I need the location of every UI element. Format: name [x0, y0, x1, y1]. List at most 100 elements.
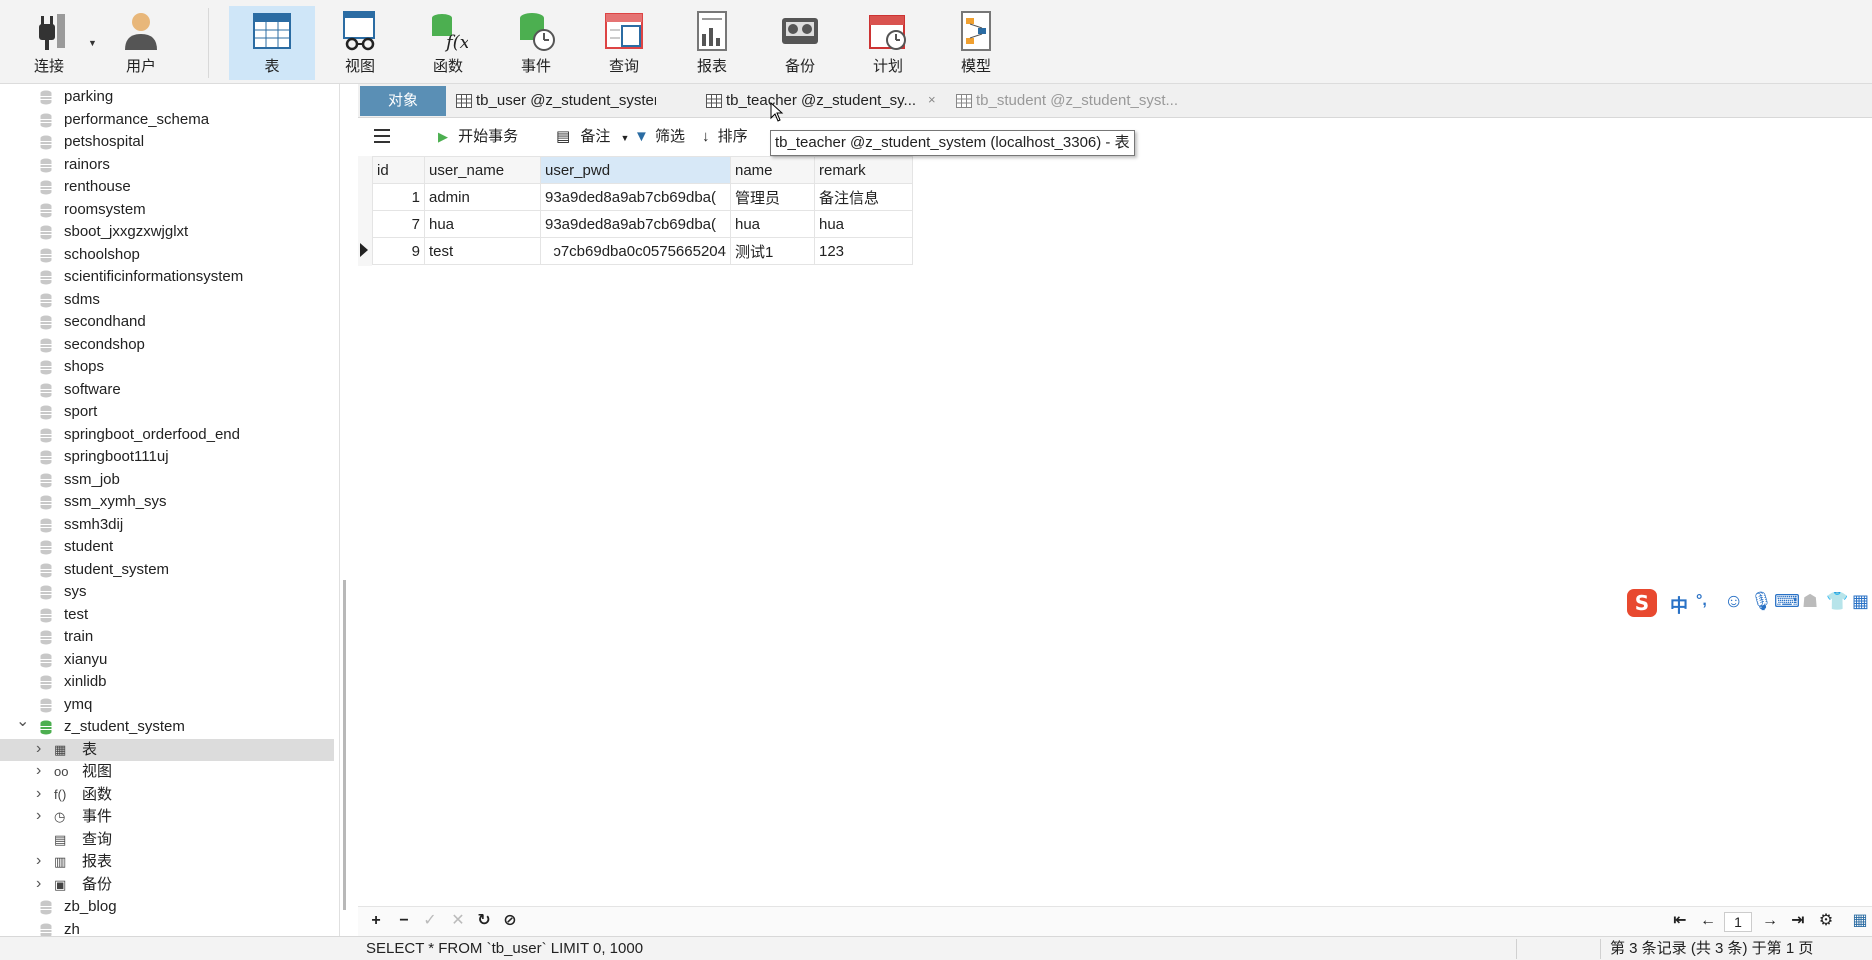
settings-gear-icon[interactable]: ⚙: [1816, 911, 1836, 931]
backup-button[interactable]: 备份: [757, 6, 843, 80]
cell-id[interactable]: 1: [372, 183, 425, 211]
cell-remark[interactable]: 123: [814, 237, 913, 265]
column-header-remark[interactable]: remark: [814, 156, 913, 184]
sort-button[interactable]: ↓ 排序: [702, 126, 748, 148]
tree-database-item[interactable]: sdms: [0, 289, 334, 311]
ime-mode-label[interactable]: 中: [1670, 592, 1688, 618]
cell-user-pwd[interactable]: 93a9ded8a9ab7cb69dba(: [540, 210, 731, 238]
tree-database-item[interactable]: petshospital: [0, 131, 334, 153]
cell-user-pwd[interactable]: ɔ7cb69dba0c0575665204: [540, 237, 731, 265]
view-button[interactable]: 视图: [317, 6, 403, 80]
tree-database-item[interactable]: zh: [0, 919, 334, 936]
sidebar-scrollbar[interactable]: [343, 580, 346, 910]
grid-view-icon[interactable]: ▦: [1850, 911, 1870, 931]
keyboard-icon[interactable]: ⌨: [1774, 591, 1800, 612]
tree-database-item[interactable]: sport: [0, 401, 334, 423]
tree-database-item[interactable]: ymq: [0, 694, 334, 716]
tree-database-item[interactable]: springboot111uj: [0, 446, 334, 468]
cell-name[interactable]: 测试1: [730, 237, 815, 265]
chevron-right-icon[interactable]: ›: [36, 850, 41, 872]
query-button[interactable]: 查询: [581, 6, 667, 80]
tree-database-item[interactable]: train: [0, 626, 334, 648]
tree-database-item[interactable]: renthouse: [0, 176, 334, 198]
cell-remark[interactable]: 备注信息: [814, 183, 913, 211]
column-header-user-pwd[interactable]: user_pwd: [540, 156, 731, 184]
menu-icon[interactable]: [374, 129, 390, 143]
cell-user-pwd[interactable]: 93a9ded8a9ab7cb69dba(: [540, 183, 731, 211]
schedule-button[interactable]: 计划: [845, 6, 931, 80]
tree-database-item[interactable]: shops: [0, 356, 334, 378]
column-header-user-name[interactable]: user_name: [424, 156, 541, 184]
delete-record-icon[interactable]: −: [394, 911, 414, 931]
first-page-icon[interactable]: ⇤: [1670, 911, 1690, 931]
tree-database-item[interactable]: ssmh3dij: [0, 514, 334, 536]
cell-id[interactable]: 9: [372, 237, 425, 265]
next-page-icon[interactable]: →: [1760, 911, 1780, 931]
discard-x-icon[interactable]: ✕: [448, 911, 468, 931]
tab-tb-student[interactable]: tb_student @z_student_syst...: [950, 86, 1210, 116]
add-record-icon[interactable]: +: [366, 911, 386, 931]
cell-user-name[interactable]: hua: [424, 210, 541, 238]
tree-database-item[interactable]: springboot_orderfood_end: [0, 424, 334, 446]
cell-remark[interactable]: hua: [814, 210, 913, 238]
tree-database-item[interactable]: software: [0, 379, 334, 401]
tree-database-item[interactable]: student_system: [0, 559, 334, 581]
column-header-name[interactable]: name: [730, 156, 815, 184]
tree-object-item[interactable]: › ◷ 事件: [0, 806, 334, 828]
tree-database-item[interactable]: roomsystem: [0, 199, 334, 221]
skin-shirt-icon[interactable]: 👕: [1826, 591, 1848, 612]
microphone-icon[interactable]: 🎙: [1750, 591, 1773, 612]
tree-database-item[interactable]: schoolshop: [0, 244, 334, 266]
tree-database-item[interactable]: test: [0, 604, 334, 626]
tree-database-item[interactable]: ssm_job: [0, 469, 334, 491]
tree-database-item[interactable]: ssm_xymh_sys: [0, 491, 334, 513]
cell-user-name[interactable]: test: [424, 237, 541, 265]
tree-database-item[interactable]: rainors: [0, 154, 334, 176]
tree-object-item[interactable]: › ▣ 备份: [0, 874, 334, 896]
tree-database-item-open[interactable]: ⌄ z_student_system: [0, 713, 334, 738]
tree-database-item[interactable]: xinlidb: [0, 671, 334, 693]
tab-tb-user[interactable]: tb_user @z_student_system ...: [450, 86, 656, 116]
chevron-right-icon[interactable]: ›: [36, 760, 41, 782]
tree-database-item[interactable]: secondhand: [0, 311, 334, 333]
table-row[interactable]: 7 hua 93a9ded8a9ab7cb69dba( hua hua: [372, 210, 913, 238]
tree-database-item[interactable]: performance_schema: [0, 109, 334, 131]
chevron-right-icon[interactable]: ›: [36, 738, 41, 760]
tree-object-item[interactable]: › ▦ 表: [0, 738, 334, 761]
user-tools-icon[interactable]: ☗: [1802, 591, 1818, 612]
tree-object-item[interactable]: › ▥ 报表: [0, 851, 334, 873]
last-page-icon[interactable]: ⇥: [1788, 911, 1808, 931]
table-button[interactable]: 表: [229, 6, 315, 80]
chevron-right-icon[interactable]: ›: [36, 873, 41, 895]
tree-database-item[interactable]: secondshop: [0, 334, 334, 356]
tree-database-item[interactable]: sys: [0, 581, 334, 603]
chevron-down-icon[interactable]: ⌄: [16, 711, 29, 733]
connect-dropdown-icon[interactable]: ▼: [88, 38, 97, 48]
filter-button[interactable]: ▼ 筛选: [634, 126, 685, 148]
page-number-input[interactable]: 1: [1724, 912, 1752, 932]
tree-database-item[interactable]: zb_blog: [0, 896, 334, 918]
function-button[interactable]: f(x) 函数: [405, 6, 491, 80]
grid-menu-icon[interactable]: ▦: [1852, 591, 1869, 612]
tree-object-item[interactable]: ▤ 查询: [0, 829, 334, 851]
connect-button[interactable]: 连接: [6, 6, 92, 80]
tree-database-item[interactable]: xianyu: [0, 649, 334, 671]
ime-punctuation-label[interactable]: °,: [1696, 592, 1707, 610]
note-button[interactable]: ▤ 备注 ▼: [556, 126, 629, 148]
tree-object-item[interactable]: › f() 函数: [0, 784, 334, 806]
table-row[interactable]: 9 test ɔ7cb69dba0c0575665204 测试1 123: [372, 237, 913, 265]
column-header-id[interactable]: id: [372, 156, 425, 184]
tree-database-item[interactable]: sboot_jxxgzxwjglxt: [0, 221, 334, 243]
emoji-icon[interactable]: ☺: [1724, 591, 1743, 613]
chevron-right-icon[interactable]: ›: [36, 805, 41, 827]
tree-object-item[interactable]: › oo 视图: [0, 761, 334, 783]
cell-id[interactable]: 7: [372, 210, 425, 238]
model-button[interactable]: 模型: [933, 6, 1019, 80]
prev-page-icon[interactable]: ←: [1698, 911, 1718, 931]
cell-name[interactable]: hua: [730, 210, 815, 238]
begin-transaction-button[interactable]: ▶ 开始事务: [438, 126, 518, 148]
event-button[interactable]: 事件: [493, 6, 579, 80]
user-button[interactable]: 用户: [98, 6, 184, 80]
cell-user-name[interactable]: admin: [424, 183, 541, 211]
chevron-right-icon[interactable]: ›: [36, 783, 41, 805]
